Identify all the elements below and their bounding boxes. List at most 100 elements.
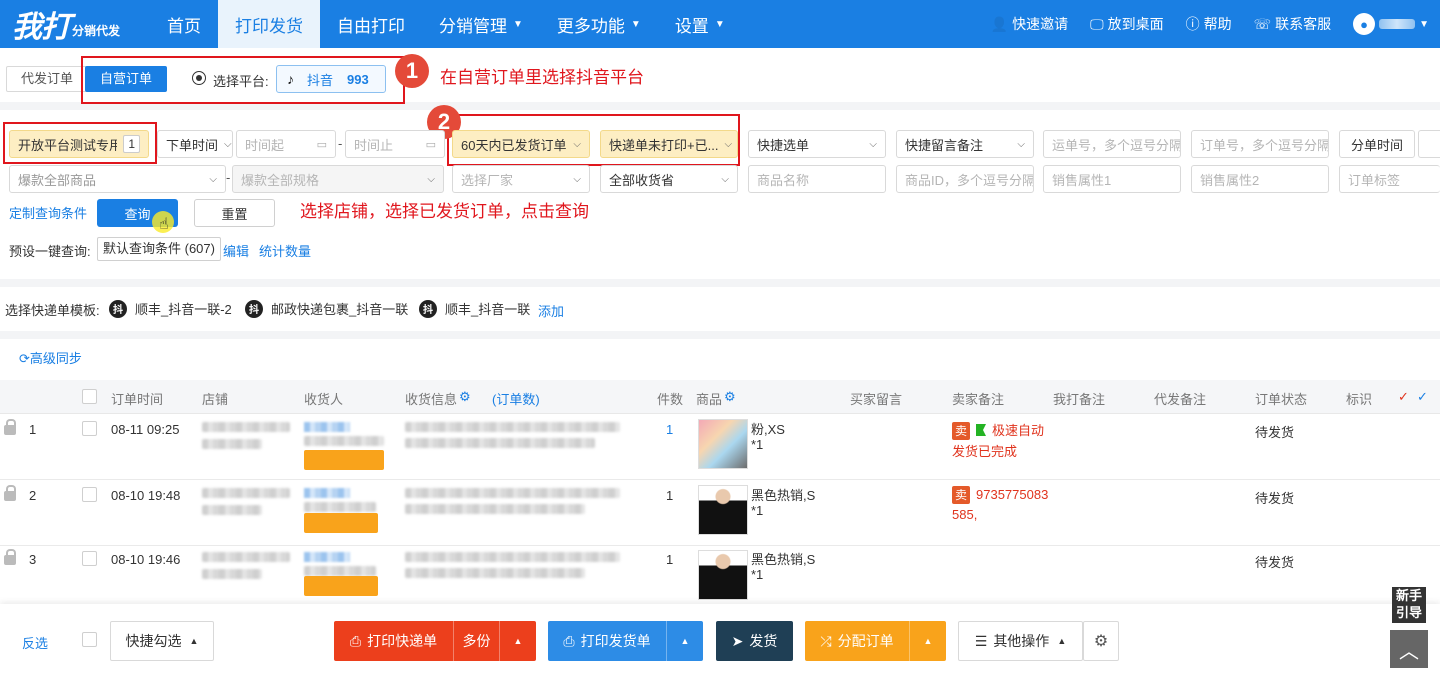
th-order-count[interactable]: (订单数) xyxy=(492,389,540,408)
goods-id-input[interactable]: 商品ID，多个逗号分隔 xyxy=(896,165,1034,193)
quick-select[interactable]: 快捷选单 ⌵ xyxy=(748,130,886,158)
help-link[interactable]: ⓘ 帮助 xyxy=(1175,14,1243,34)
user-menu[interactable]: ● ▼ xyxy=(1342,13,1440,35)
time-start-input[interactable]: 时间起 ▭ xyxy=(236,130,336,158)
template-item[interactable]: 抖邮政快递包裹_抖音一联 xyxy=(245,299,408,318)
order-tag-input[interactable]: 订单标签 xyxy=(1339,165,1440,193)
section-divider xyxy=(0,331,1440,339)
shop-blurred xyxy=(202,552,290,562)
factory-select[interactable]: 选择厂家 ⌵ xyxy=(452,165,590,193)
receiver-blurred[interactable] xyxy=(304,422,350,432)
caret-up-icon[interactable]: ▲ xyxy=(499,621,536,661)
receiver-blurred[interactable] xyxy=(304,488,350,498)
custom-query-link[interactable]: 定制查询条件 xyxy=(9,203,87,222)
bottom-select-checkbox[interactable] xyxy=(82,632,97,647)
row-qty[interactable]: 1 xyxy=(666,552,673,567)
print-ship-button[interactable]: ⎙ 打印发货单 xyxy=(548,621,666,661)
row-checkbox[interactable] xyxy=(82,487,97,502)
back-to-top-icon[interactable]: ︿ xyxy=(1390,630,1428,668)
province-select[interactable]: 全部收货省 ⌵ xyxy=(600,165,738,193)
preset-edit-link[interactable]: 编辑 xyxy=(223,241,249,260)
th-status: 订单状态 xyxy=(1255,392,1308,407)
table-row[interactable]: 2 08-10 19:48 1 黑色热销,S *1 卖 9735775083 58… xyxy=(0,480,1440,546)
product-image[interactable] xyxy=(698,419,748,469)
other-ops-button[interactable]: ☰ 其他操作 ▲ xyxy=(958,621,1083,661)
time-type-select[interactable]: 下单时间 ⌵ xyxy=(157,130,233,158)
table-row[interactable]: 3 08-10 19:46 1 黑色热销,S *1 待发货 xyxy=(0,546,1440,612)
gear-icon[interactable]: ⚙ xyxy=(459,389,471,405)
row-qty[interactable]: 1 xyxy=(666,488,673,503)
row-time: 08-11 09:25 xyxy=(111,422,180,437)
waybill-ph: 运单号，多个逗号分隔 xyxy=(1052,137,1181,153)
nav-settings[interactable]: 设置 ▼ xyxy=(658,0,742,48)
tab-daifa[interactable]: 代发订单 xyxy=(6,66,89,92)
advanced-sync-link[interactable]: ⟳高级同步 xyxy=(19,348,82,367)
select-all-checkbox[interactable] xyxy=(82,389,97,404)
product-image[interactable] xyxy=(698,485,748,535)
split-time-button[interactable]: 分单时间 xyxy=(1339,130,1415,158)
waybill-input[interactable]: 运单号，多个逗号分隔 xyxy=(1043,130,1181,158)
ship-label: 发货 xyxy=(749,633,778,649)
service-link[interactable]: ☏ 联系客服 xyxy=(1243,14,1343,34)
gear-icon[interactable]: ⚙ xyxy=(724,389,736,405)
receiver-blurred[interactable] xyxy=(304,552,350,562)
beginner-guide[interactable]: 新手 引导 xyxy=(1392,587,1426,623)
sync-icon: ⟳ xyxy=(19,351,30,366)
seller-note-line2: 发货已完成 xyxy=(952,444,1018,459)
goods-name-input[interactable]: 商品名称 xyxy=(748,165,886,193)
quick-check-button[interactable]: 快捷勾选 ▲ xyxy=(110,621,214,661)
flag-icon xyxy=(976,424,986,436)
check-blue-icon[interactable]: ✓ xyxy=(1417,389,1428,405)
merge-tag[interactable] xyxy=(304,513,378,533)
order-range-select[interactable]: 60天内已发货订单 ⌵ xyxy=(452,130,590,158)
template-item[interactable]: 抖顺丰_抖音一联 xyxy=(419,299,530,318)
shop-blurred xyxy=(202,505,262,515)
time-end-input[interactable]: 时间止 ▭ xyxy=(345,130,445,158)
print-status-select[interactable]: 快递单未打印+已... ⌵ xyxy=(600,130,738,158)
nav-distribution[interactable]: 分销管理 ▼ xyxy=(422,0,540,48)
row-checkbox[interactable] xyxy=(82,421,97,436)
print-waybill-button[interactable]: ⎙ 打印快递单 xyxy=(334,621,453,661)
logo[interactable]: 我打 分销代发 xyxy=(0,0,150,48)
specs-select[interactable]: 爆款全部规格 ⌵ xyxy=(232,165,444,193)
table-row[interactable]: 1 08-11 09:25 1 粉,XS *1 卖 极速自动 发货已完成 待发货 xyxy=(0,414,1440,480)
invert-select-link[interactable]: 反选 xyxy=(22,633,48,652)
desktop-link[interactable]: 🖵 放到桌面 xyxy=(1079,14,1175,34)
quick-invite-link[interactable]: 👤 快速邀请 xyxy=(980,14,1079,34)
chevron-down-icon: ⌵ xyxy=(224,138,232,150)
template-item[interactable]: 抖顺丰_抖音一联-2 xyxy=(109,299,232,318)
preset-default[interactable]: 默认查询条件 (607) xyxy=(97,237,221,261)
settings-gear-icon[interactable]: ⚙ xyxy=(1083,621,1119,661)
ship-button[interactable]: ➤ 发货 xyxy=(716,621,793,661)
check-red-icon[interactable]: ✓ xyxy=(1398,389,1409,405)
merge-tag[interactable] xyxy=(304,576,378,596)
template-name: 顺丰_抖音一联 xyxy=(445,302,531,317)
count-link[interactable]: 统计数量 xyxy=(259,241,311,260)
template-add-link[interactable]: 添加 xyxy=(538,301,564,320)
print-waybill-group: ⎙ 打印快递单 多份 ▲ xyxy=(334,621,536,661)
date-input-truncated[interactable] xyxy=(1418,130,1440,158)
shop-select[interactable]: 开放平台测试专用店 1 xyxy=(9,130,149,158)
caret-up-icon[interactable]: ▲ xyxy=(666,621,703,661)
assign-button[interactable]: ⤮ 分配订单 xyxy=(805,621,909,661)
quick-remark-select[interactable]: 快捷留言备注 ⌵ xyxy=(896,130,1034,158)
row-qty[interactable]: 1 xyxy=(666,422,673,437)
product-image[interactable] xyxy=(698,550,748,600)
attr1-input[interactable]: 销售属性1 xyxy=(1043,165,1181,193)
caret-up-icon[interactable]: ▲ xyxy=(909,621,946,661)
multi-copy-button[interactable]: 多份 xyxy=(453,621,499,661)
goods-select[interactable]: 爆款全部商品 ⌵ xyxy=(9,165,226,193)
reset-button[interactable]: 重置 xyxy=(194,199,275,227)
row-index: 2 xyxy=(29,488,37,503)
order-no-input[interactable]: 订单号，多个逗号分隔 xyxy=(1191,130,1329,158)
merge-tag[interactable] xyxy=(304,450,384,470)
goods-id-ph: 商品ID，多个逗号分隔 xyxy=(905,172,1034,188)
nav-more[interactable]: 更多功能 ▼ xyxy=(540,0,658,48)
template-label: 选择快递单模板: xyxy=(5,303,100,318)
row-checkbox[interactable] xyxy=(82,551,97,566)
nav-free-print[interactable]: 自由打印 xyxy=(320,0,422,48)
attr2-input[interactable]: 销售属性2 xyxy=(1191,165,1329,193)
nav-print-ship[interactable]: 打印发货 xyxy=(218,0,320,48)
address-blurred xyxy=(405,552,620,562)
nav-home[interactable]: 首页 xyxy=(150,0,218,48)
